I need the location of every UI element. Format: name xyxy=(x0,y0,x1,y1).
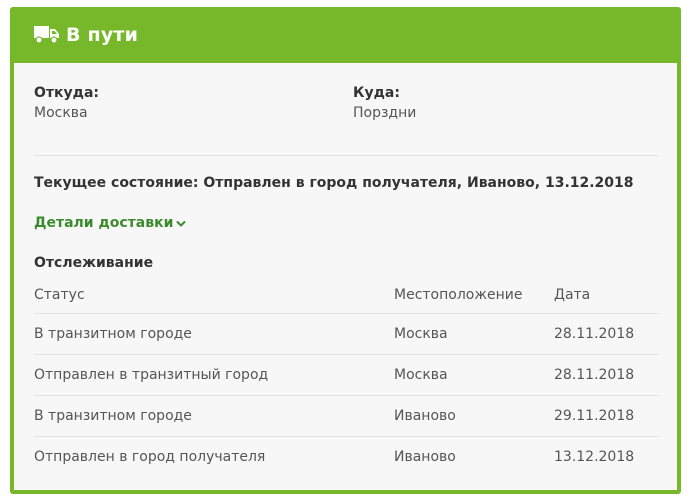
route-to-label: Куда: xyxy=(353,85,400,101)
row-date: 29.11.2018 xyxy=(554,395,659,437)
column-header-location: Местоположение xyxy=(394,277,554,314)
table-row: Отправлен в транзитный город Москва 28.1… xyxy=(34,354,659,396)
table-row: В транзитном городе Иваново 29.11.2018 xyxy=(34,395,659,437)
delivery-details-label: Детали доставки xyxy=(34,215,174,231)
row-status: Отправлен в транзитный город xyxy=(34,354,394,396)
card-title: В пути xyxy=(66,24,139,46)
delivery-details-link[interactable]: Детали доставки xyxy=(34,215,186,231)
row-location: Иваново xyxy=(394,395,554,437)
column-header-date: Дата xyxy=(554,277,659,314)
table-row: В транзитном городе Москва 28.11.2018 xyxy=(34,313,659,355)
tracking-table: Статус Местоположение Дата В транзитном … xyxy=(34,277,659,477)
row-status: В транзитном городе xyxy=(34,313,394,355)
route-from-value: Москва xyxy=(34,105,88,121)
route-from: Откуда: Москва xyxy=(34,83,99,123)
row-location: Москва xyxy=(394,313,554,355)
table-header-row: Статус Местоположение Дата xyxy=(34,277,659,314)
row-status: В транзитном городе xyxy=(34,395,394,437)
delivery-status-card: В пути Откуда: Москва Куда: Порздни Теку… xyxy=(10,7,681,494)
tracking-title: Отслеживание xyxy=(34,255,154,271)
table-row: Отправлен в город получателя Иваново 13.… xyxy=(34,437,659,478)
row-location: Иваново xyxy=(394,449,456,465)
truck-icon xyxy=(34,26,59,44)
current-state: Текущее состояние: Отправлен в город пол… xyxy=(34,175,634,191)
row-status: Отправлен в город получателя xyxy=(34,449,266,465)
route-to: Куда: Порздни xyxy=(353,83,416,123)
route-to-value: Порздни xyxy=(353,105,417,121)
route-section: Откуда: Москва Куда: Порздни xyxy=(34,83,658,156)
card-header: В пути xyxy=(10,7,681,63)
card-body: Откуда: Москва Куда: Порздни Текущее сос… xyxy=(14,63,677,490)
row-date: 28.11.2018 xyxy=(554,313,659,355)
chevron-down-icon xyxy=(176,221,186,227)
row-date: 13.12.2018 xyxy=(554,449,635,465)
row-date: 28.11.2018 xyxy=(554,354,659,396)
row-location: Москва xyxy=(394,354,554,396)
column-header-status: Статус xyxy=(34,277,394,314)
route-from-label: Откуда: xyxy=(34,85,99,101)
